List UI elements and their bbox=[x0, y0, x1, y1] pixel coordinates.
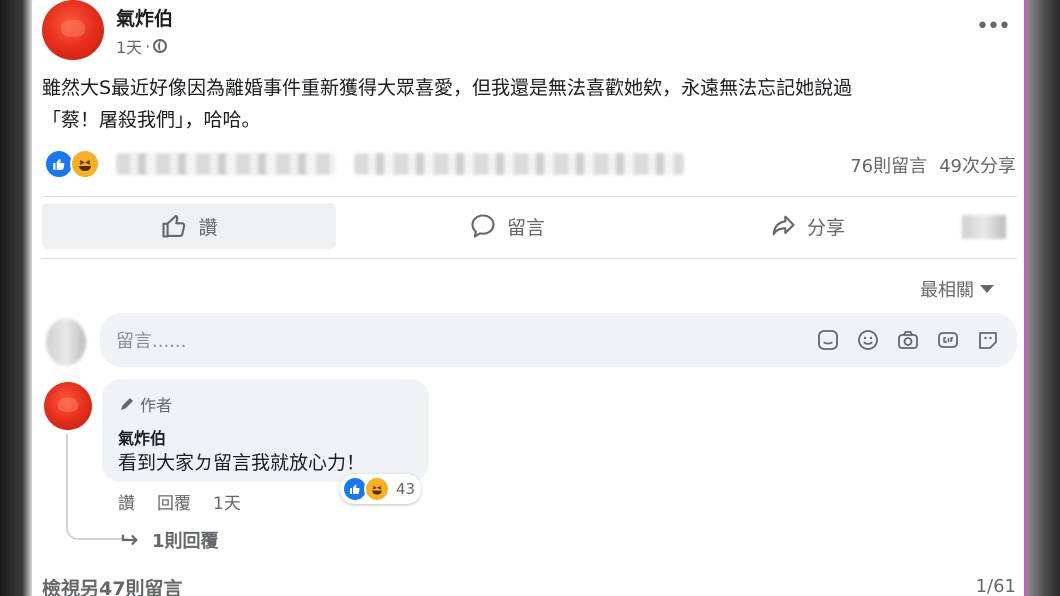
more-options-icon[interactable]: ••• bbox=[976, 14, 1011, 39]
gif-icon[interactable] bbox=[935, 327, 961, 353]
comment-count[interactable]: 76則留言 bbox=[850, 152, 927, 178]
comment-reaction-count: 43 bbox=[396, 480, 416, 498]
sort-label: 最相關 bbox=[920, 280, 974, 301]
sticker-icon[interactable] bbox=[815, 327, 841, 353]
share-count[interactable]: 49次分享 bbox=[939, 152, 1016, 178]
comment-author-name[interactable]: 氣炸伯 bbox=[118, 425, 166, 449]
view-replies-link[interactable]: 1則回覆 bbox=[120, 527, 219, 553]
comment-text: 看到大家ㄉ留言我就放心力！ bbox=[118, 452, 366, 474]
blurred-page-avatar[interactable] bbox=[962, 215, 1006, 239]
post-text: 雖然大S最近好像因為離婚事件重新獲得大眾喜愛，但我還是無法喜歡她欸，永遠無法忘記… bbox=[42, 72, 1017, 136]
left-video-border bbox=[0, 0, 32, 596]
divider-bottom bbox=[42, 258, 1017, 259]
blurred-reactor-names-1 bbox=[116, 153, 336, 175]
comment-button[interactable]: 留言 bbox=[357, 203, 657, 249]
reply-arrow-icon bbox=[121, 534, 138, 546]
reaction-summary[interactable] bbox=[44, 149, 104, 179]
post-time[interactable]: 1天 bbox=[116, 34, 142, 58]
blurred-reactor-names-2 bbox=[354, 153, 684, 175]
pencil-icon bbox=[121, 398, 133, 410]
post-author-name[interactable]: 氣炸伯 bbox=[116, 4, 173, 31]
divider-top bbox=[42, 196, 1017, 197]
chevron-down-icon bbox=[980, 285, 994, 293]
share-button-label: 分享 bbox=[806, 216, 845, 239]
post-author-avatar[interactable] bbox=[42, 0, 104, 60]
author-badge-label: 作者 bbox=[140, 396, 173, 415]
comment-input[interactable]: 留言...... bbox=[100, 313, 1017, 367]
comment-author-avatar[interactable] bbox=[44, 382, 92, 430]
meta-dot: · bbox=[145, 36, 151, 56]
comment-reaction-summary[interactable]: 43 bbox=[340, 474, 422, 504]
current-user-avatar[interactable] bbox=[46, 318, 86, 366]
author-badge: 作者 bbox=[118, 392, 172, 416]
post-text-line-1: 雖然大S最近好像因為離婚事件重新獲得大眾喜愛，但我還是無法喜歡她欸，永遠無法忘記… bbox=[42, 77, 853, 99]
emoji-icon[interactable] bbox=[855, 327, 881, 353]
share-arrow-icon bbox=[772, 215, 795, 236]
haha-reaction-icon bbox=[70, 149, 100, 179]
avatar-sticker-icon[interactable] bbox=[975, 327, 1001, 353]
comment-bubble-icon bbox=[471, 214, 495, 238]
comment-actions: 讚 回覆 1天 bbox=[118, 489, 241, 514]
post-text-line-2: 「蔡！屠殺我們」，哈哈。 bbox=[42, 109, 261, 131]
view-replies-label: 1則回覆 bbox=[152, 531, 219, 552]
like-button-label: 讚 bbox=[198, 216, 218, 239]
comment-like-link[interactable]: 讚 bbox=[118, 489, 135, 514]
thumbs-up-icon bbox=[162, 214, 186, 238]
view-more-comments-link[interactable]: 檢視另47則留言 bbox=[42, 574, 182, 596]
globe-icon bbox=[153, 39, 168, 53]
right-video-border bbox=[1024, 0, 1060, 596]
comment-pager: 1/61 bbox=[975, 576, 1016, 596]
like-button[interactable]: 讚 bbox=[42, 203, 336, 249]
comment-reply-link[interactable]: 回覆 bbox=[157, 489, 191, 514]
comment-time[interactable]: 1天 bbox=[213, 489, 241, 514]
comment-sort-dropdown[interactable]: 最相關 bbox=[920, 276, 994, 302]
facebook-post-card: 氣炸伯 1天 · ••• 雖然大S最近好像因為離婚事件重新獲得大眾喜愛，但我還是… bbox=[32, 0, 1024, 596]
engagement-counts: 76則留言 49次分享 bbox=[850, 152, 1016, 178]
camera-icon[interactable] bbox=[895, 327, 921, 353]
comment-button-label: 留言 bbox=[506, 216, 545, 239]
share-button[interactable]: 分享 bbox=[657, 203, 957, 249]
comment-input-placeholder: 留言...... bbox=[116, 331, 187, 352]
haha-reaction-icon bbox=[364, 476, 390, 502]
comment-bubble: 作者 氣炸伯 看到大家ㄉ留言我就放心力！ bbox=[102, 379, 429, 482]
post-meta: 1天 · bbox=[116, 34, 168, 58]
